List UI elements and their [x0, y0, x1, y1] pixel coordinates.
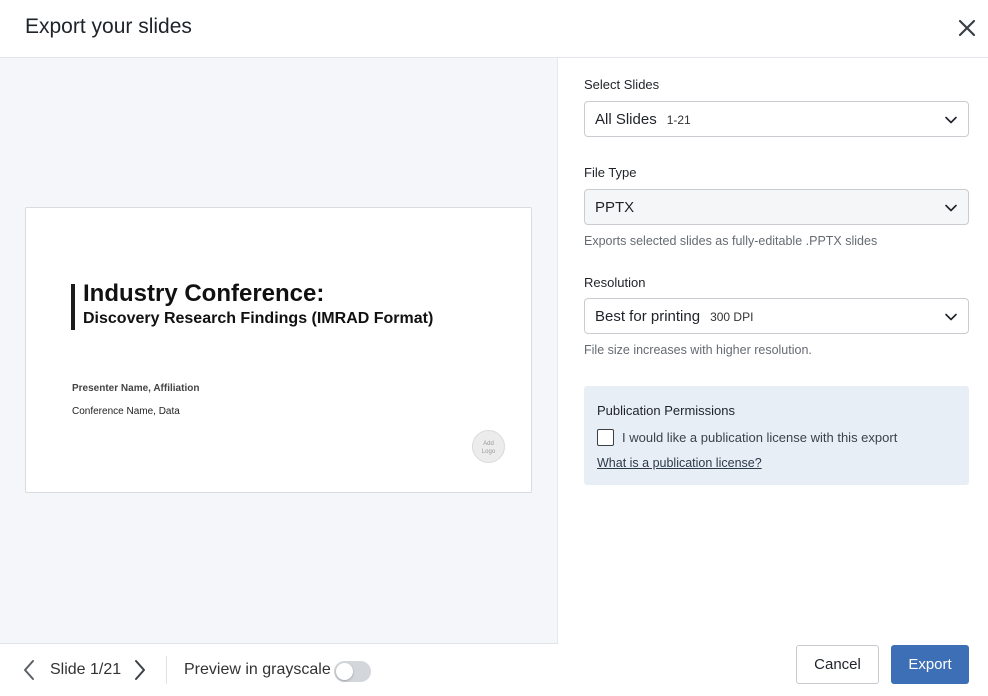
resolution-helper: File size increases with higher resoluti… [584, 343, 812, 357]
toggle-knob [336, 663, 353, 680]
dialog-header: Export your slides [0, 0, 988, 58]
export-dialog: Export your slides Industry Conference: … [0, 0, 988, 696]
slide-subtitle: Discovery Research Findings (IMRAD Forma… [83, 310, 434, 327]
file-type-dropdown[interactable]: PPTX [584, 189, 969, 225]
select-slides-dropdown[interactable]: All Slides 1-21 [584, 101, 969, 137]
footer-divider [166, 656, 167, 684]
select-slides-label: Select Slides [584, 77, 660, 92]
grayscale-toggle[interactable] [334, 661, 371, 682]
file-type-value: PPTX [595, 199, 635, 216]
title-accent-bar [71, 284, 75, 330]
slide-conference: Conference Name, Data [72, 406, 180, 417]
publication-permissions-panel: Publication Permissions I would like a p… [584, 386, 969, 485]
resolution-value: Best for printing 300 DPI [595, 308, 753, 325]
select-slides-range: 1-21 [666, 113, 691, 127]
chevron-right-icon [135, 660, 145, 680]
resolution-dropdown[interactable]: Best for printing 300 DPI [584, 298, 969, 334]
chevron-down-icon [945, 313, 957, 321]
slide-presenter: Presenter Name, Affiliation [72, 383, 200, 394]
dialog-title: Export your slides [25, 15, 192, 38]
grayscale-label: Preview in grayscale [184, 661, 331, 678]
previous-slide-button[interactable] [20, 658, 38, 682]
slide-counter: Slide 1/21 [50, 661, 122, 678]
publication-license-label[interactable]: I would like a publication license with … [622, 430, 897, 445]
slide-preview-pane: Industry Conference: Discovery Research … [0, 58, 558, 696]
chevron-down-icon [945, 204, 957, 212]
publication-license-link[interactable]: What is a publication license? [597, 456, 762, 470]
cancel-button[interactable]: Cancel [796, 645, 879, 684]
preview-footer: Slide 1/21 Preview in grayscale [0, 643, 558, 696]
resolution-main: Best for printing [595, 308, 701, 325]
close-icon [958, 19, 976, 37]
chevron-left-icon [24, 660, 34, 680]
slide-thumbnail: Industry Conference: Discovery Research … [25, 207, 532, 493]
add-logo-text: Add Logo [481, 441, 496, 455]
resolution-dpi: 300 DPI [710, 310, 754, 324]
chevron-down-icon [945, 116, 957, 124]
permissions-title: Publication Permissions [597, 403, 736, 418]
export-button[interactable]: Export [891, 645, 969, 684]
next-slide-button[interactable] [131, 658, 149, 682]
slide-title: Industry Conference: [83, 280, 325, 307]
file-type-helper: Exports selected slides as fully-editabl… [584, 234, 878, 248]
select-slides-value: All Slides 1-21 [595, 111, 691, 128]
add-logo-placeholder: Add Logo [472, 430, 505, 463]
select-slides-main: All Slides [595, 111, 657, 128]
close-button[interactable] [953, 14, 981, 42]
file-type-label: File Type [584, 165, 637, 180]
publication-license-checkbox[interactable] [597, 429, 614, 446]
resolution-label: Resolution [584, 275, 646, 290]
